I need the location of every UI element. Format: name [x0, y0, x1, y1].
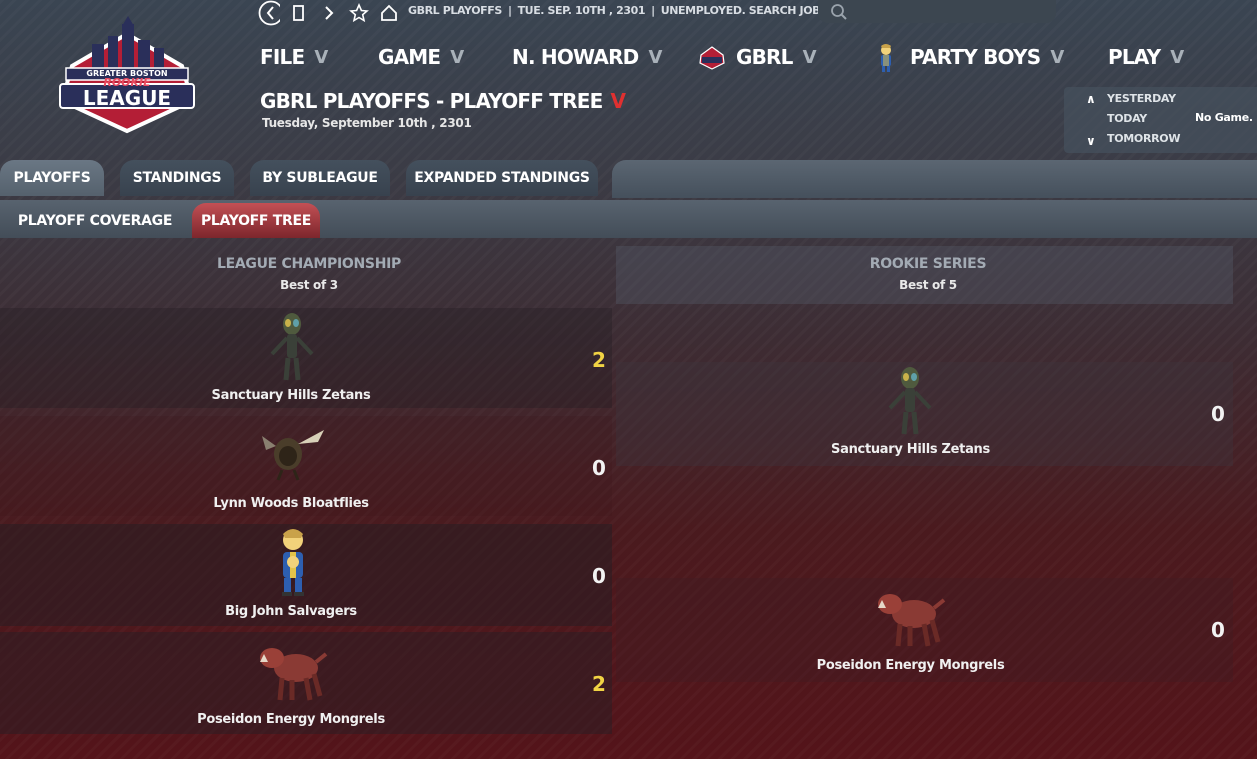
- rookie-series-panel: ROOKIE SERIES Best of 5 Sanctuary Hills …: [616, 246, 1233, 736]
- menu-game-label: GAME: [378, 45, 441, 69]
- page-title-text: GBRL PLAYOFFS - PLAYOFF TREE: [260, 89, 603, 113]
- menu-file[interactable]: FILE V: [260, 40, 328, 74]
- menu-manager-label: N. HOWARD: [512, 45, 639, 69]
- series-score: 0: [592, 564, 606, 588]
- tab-by-subleague[interactable]: BY SUBLEAGUE: [250, 160, 390, 196]
- tomorrow-link[interactable]: TOMORROW: [1107, 132, 1180, 145]
- team-name: Poseidon Energy Mongrels: [197, 712, 385, 727]
- team-name: Poseidon Energy Mongrels: [816, 658, 1005, 673]
- chevron-up-icon[interactable]: ∧: [1086, 92, 1096, 106]
- yesterday-link[interactable]: YESTERDAY: [1107, 92, 1176, 105]
- menu-play[interactable]: PLAY V: [1108, 40, 1184, 74]
- menu-team[interactable]: PARTY BOYS V: [872, 40, 1064, 74]
- team-row[interactable]: Lynn Woods Bloatflies 0: [0, 416, 612, 516]
- today-label: TODAY: [1107, 112, 1147, 125]
- menu-team-label: PARTY BOYS: [910, 45, 1041, 69]
- series-score: 0: [592, 456, 606, 480]
- bloatfly-icon: [258, 426, 328, 486]
- vault-boy-icon: [872, 43, 900, 72]
- round-title: LEAGUE CHAMPIONSHIP: [216, 256, 402, 272]
- back-icon[interactable]: [258, 0, 280, 26]
- chevron-down-icon: V: [1050, 46, 1064, 68]
- chevron-down-icon: V: [450, 46, 464, 68]
- team-name: Sanctuary Hills Zetans: [831, 442, 990, 457]
- page-date: Tuesday, September 10th , 2301: [262, 116, 472, 130]
- alien-icon: [266, 312, 318, 386]
- chevron-down-icon: V: [648, 46, 662, 68]
- search-input[interactable]: [856, 3, 1050, 20]
- day-navigator: ∧ YESTERDAY TODAY No Game. ∨ TOMORROW: [1064, 87, 1257, 153]
- team-name: Lynn Woods Bloatflies: [213, 496, 369, 511]
- menu-game[interactable]: GAME V: [378, 40, 464, 74]
- forward-icon[interactable]: [318, 2, 340, 24]
- tab-playoffs[interactable]: PLAYOFFS: [0, 160, 104, 196]
- round-title: ROOKIE SERIES: [869, 256, 987, 272]
- team-row[interactable]: Big John Salvagers 0: [0, 524, 612, 626]
- tab-expanded-standings[interactable]: EXPANDED STANDINGS: [406, 160, 598, 196]
- chevron-down-icon: V: [610, 89, 626, 113]
- team-row[interactable]: Sanctuary Hills Zetans 2: [0, 308, 612, 408]
- menu-play-label: PLAY: [1108, 45, 1161, 69]
- mongrel-icon: [876, 582, 946, 654]
- nav-icons: [258, 0, 400, 26]
- breadcrumb-item[interactable]: UNEMPLOYED. SEARCH JOBS...: [661, 4, 840, 17]
- breadcrumb-item[interactable]: TUE. SEP. 10TH , 2301: [518, 4, 646, 17]
- search-icon: [830, 3, 848, 21]
- series-score: 0: [1211, 618, 1225, 642]
- round-subtitle: Best of 3: [280, 278, 338, 292]
- tab-bar-fill: [612, 160, 1257, 198]
- league-championship-panel: LEAGUE CHAMPIONSHIP Best of 3 Sanctuary …: [0, 246, 612, 736]
- star-icon[interactable]: [348, 2, 370, 24]
- page-title[interactable]: GBRL PLAYOFFS - PLAYOFF TREE V: [260, 89, 626, 113]
- home-icon[interactable]: [378, 2, 400, 24]
- tab-bar: PLAYOFFS STANDINGS BY SUBLEAGUE EXPANDED…: [0, 158, 1257, 198]
- search-box[interactable]: [818, 0, 1056, 23]
- subtab-playoff-coverage[interactable]: PLAYOFF COVERAGE: [10, 203, 180, 238]
- menu-file-label: FILE: [260, 45, 305, 69]
- team-row[interactable]: Poseidon Energy Mongrels 2: [0, 632, 612, 734]
- subtab-bar: PLAYOFF COVERAGE PLAYOFF TREE: [0, 200, 1257, 238]
- today-status: No Game.: [1195, 111, 1253, 124]
- chevron-down-icon: V: [314, 46, 328, 68]
- menu-league[interactable]: GBRL V: [698, 40, 817, 74]
- menu-league-label: GBRL: [736, 45, 793, 69]
- vault-boy-icon: [270, 526, 316, 602]
- series-score: 0: [1211, 402, 1225, 426]
- menu-manager[interactable]: N. HOWARD V: [512, 40, 662, 74]
- mongrel-icon: [258, 636, 328, 708]
- team-row[interactable]: Poseidon Energy Mongrels 0: [616, 578, 1233, 682]
- breadcrumb-item[interactable]: GBRL PLAYOFFS: [408, 4, 502, 17]
- team-name: Big John Salvagers: [225, 604, 357, 619]
- series-score: 2: [592, 348, 606, 372]
- alien-icon: [884, 366, 936, 440]
- subtab-playoff-tree[interactable]: PLAYOFF TREE: [192, 203, 320, 238]
- breadcrumb: GBRL PLAYOFFS | TUE. SEP. 10TH , 2301 | UNEM…: [408, 4, 839, 17]
- chevron-down-icon: V: [1170, 46, 1184, 68]
- league-logo-icon: [698, 43, 726, 71]
- round-subtitle: Best of 5: [899, 278, 957, 292]
- tab-standings[interactable]: STANDINGS: [120, 160, 234, 196]
- round-header: ROOKIE SERIES Best of 5: [616, 256, 1240, 292]
- team-name: Sanctuary Hills Zetans: [211, 388, 371, 403]
- page-icon[interactable]: [288, 2, 310, 24]
- chevron-down-icon: V: [802, 46, 817, 68]
- chevron-down-icon[interactable]: ∨: [1086, 134, 1096, 148]
- league-logo[interactable]: GREATER BOSTON ROOKIE LEAGUE: [52, 16, 202, 134]
- round-header: LEAGUE CHAMPIONSHIP Best of 3: [0, 256, 618, 292]
- series-score: 2: [592, 672, 606, 696]
- logo-line3: LEAGUE: [82, 86, 172, 110]
- team-row[interactable]: Sanctuary Hills Zetans 0: [616, 362, 1233, 466]
